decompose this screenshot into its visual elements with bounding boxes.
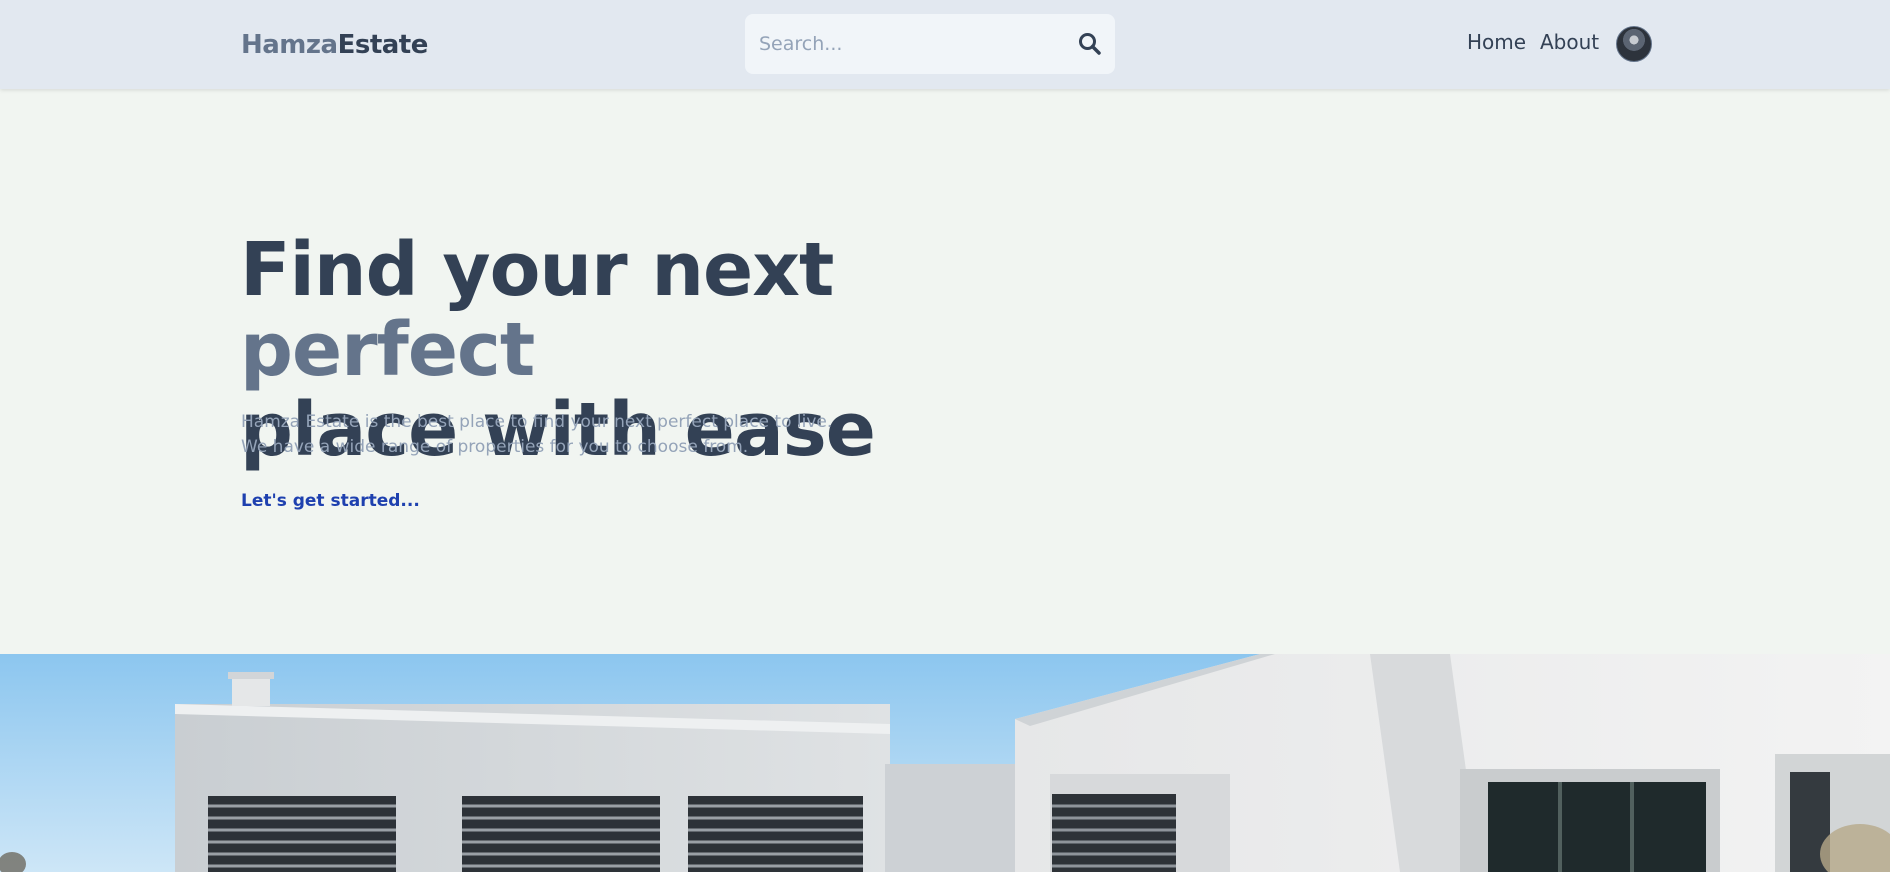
search-bar (745, 14, 1115, 74)
nav-about-link[interactable]: About (1540, 30, 1599, 54)
get-started-link[interactable]: Let's get started... (241, 491, 420, 511)
hero-description: Hamza Estate is the best place to find y… (241, 410, 941, 460)
logo-part-estate: Estate (337, 30, 429, 60)
site-logo[interactable]: HamzaEstate (241, 30, 428, 60)
search-icon[interactable] (1077, 31, 1103, 57)
hero-description-line1: Hamza Estate is the best place to find y… (241, 412, 833, 432)
search-input[interactable] (759, 26, 1059, 62)
nav-home-link[interactable]: Home (1467, 30, 1526, 54)
hero-description-line2: We have a wide range of properties for y… (241, 437, 749, 457)
hero-title-accent: perfect (240, 307, 535, 393)
logo-part-hamza: Hamza (241, 30, 338, 60)
hero-title-part1: Find your next (240, 227, 834, 313)
profile-avatar[interactable] (1616, 26, 1652, 62)
top-header: HamzaEstate Home About (0, 0, 1890, 89)
property-banner-image (0, 654, 1890, 872)
